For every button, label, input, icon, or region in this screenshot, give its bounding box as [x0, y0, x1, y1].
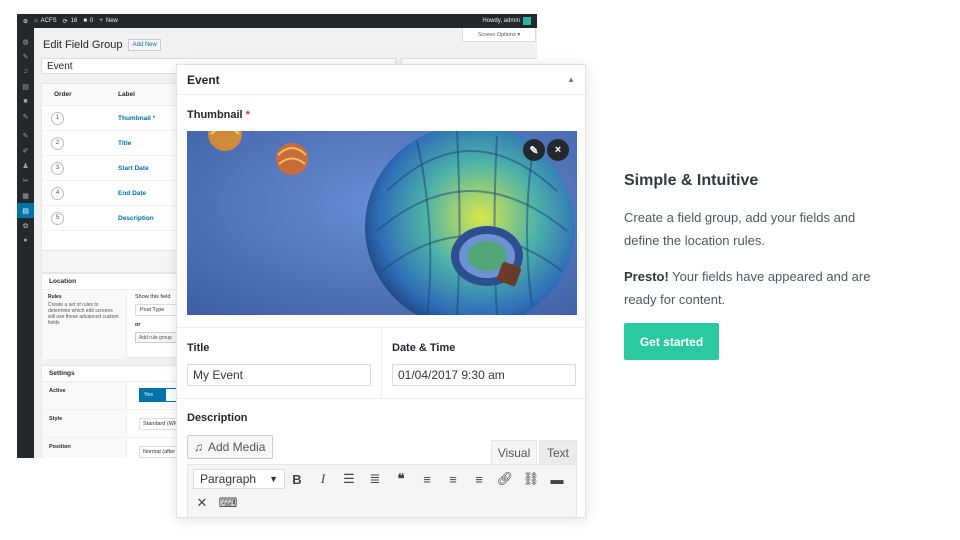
align-right-icon[interactable]: ≡: [470, 469, 488, 489]
title-date-row: Title My Event Date & Time 01/04/2017 9:…: [177, 327, 585, 400]
page: ⊛ ⌂ ACFS ⟳ 16 ■ 0 + New Howdy, admin ◍ ✎…: [0, 0, 960, 540]
align-left-icon[interactable]: ≡: [418, 469, 436, 489]
custom-fields-icon[interactable]: ▤: [17, 203, 34, 218]
pencil-icon[interactable]: ✎: [523, 139, 545, 161]
new-content-link[interactable]: + New: [99, 18, 118, 24]
add-new-button[interactable]: Add New: [128, 39, 161, 51]
field-label-link[interactable]: Start Date: [118, 165, 149, 172]
event-card-header[interactable]: Event ▲: [177, 65, 585, 95]
media-icon: ♫: [194, 440, 203, 454]
promo-heading: Simple & Intuitive: [624, 172, 759, 189]
screen-options-button[interactable]: Screen Options ▾: [462, 28, 536, 42]
page-title: Edit Field Group Add New: [43, 39, 161, 51]
column-label: Label: [118, 91, 135, 98]
title-input[interactable]: My Event: [187, 364, 371, 386]
posttype-icon[interactable]: ✎: [17, 109, 34, 124]
datetime-field-group: Date & Time 01/04/2017 9:30 am: [382, 328, 585, 400]
order-badge[interactable]: 2: [51, 136, 64, 150]
home-icon: ⌂: [34, 18, 38, 24]
site-name-link[interactable]: ⌂ ACFS: [34, 18, 57, 24]
users-icon[interactable]: ♟: [17, 158, 34, 173]
refresh-icon: ⟳: [62, 18, 68, 25]
datetime-input[interactable]: 01/04/2017 9:30 am: [392, 364, 576, 386]
settings-icon[interactable]: ▦: [17, 188, 34, 203]
updates-link[interactable]: ⟳ 16: [63, 18, 78, 25]
admin-bar: ⊛ ⌂ ACFS ⟳ 16 ■ 0 + New Howdy, admin: [17, 14, 537, 28]
add-media-button[interactable]: ♫ Add Media: [187, 435, 273, 459]
rules-help: Rules Create a set of rules to determine…: [42, 290, 127, 359]
field-label-link[interactable]: Thumbnail *: [118, 115, 155, 122]
keyboard-icon[interactable]: ⌨: [219, 493, 238, 513]
active-toggle[interactable]: Yes: [139, 388, 179, 402]
event-card-title: Event: [187, 72, 220, 87]
editor-toolbar: Paragraph ▼ B I ☰ ≣ ❝ ≡ ≡ ≡ 🔗︎ ⛓ ▬ ✕ ⌨: [187, 464, 577, 517]
account-menu[interactable]: Howdy, admin: [482, 14, 531, 28]
pin-icon[interactable]: ✎: [17, 49, 34, 64]
description-label: Description: [187, 412, 248, 424]
dashboard-icon[interactable]: ◍: [17, 34, 34, 49]
blockquote-icon[interactable]: ❝: [392, 469, 410, 489]
format-select[interactable]: Paragraph ▼: [193, 469, 285, 489]
title-label: Title: [187, 342, 210, 354]
numbered-list-icon[interactable]: ≣: [366, 469, 384, 489]
datetime-label: Date & Time: [392, 342, 456, 354]
read-more-icon[interactable]: ▬: [548, 469, 566, 489]
bold-icon[interactable]: B: [288, 469, 306, 489]
tab-visual[interactable]: Visual: [491, 440, 537, 464]
required-mark: *: [152, 114, 156, 122]
align-center-icon[interactable]: ≡: [444, 469, 462, 489]
collapse-menu-icon[interactable]: ●: [17, 233, 34, 248]
bullet-list-icon[interactable]: ☰: [340, 469, 358, 489]
admin-sidebar: ◍ ✎ ♫ ▤ ■ ✎ ✎ ✐ ♟ ✂ ▦ ▤ ✿ ●: [17, 28, 34, 458]
fullscreen-icon[interactable]: ✕: [193, 493, 211, 513]
comments-link[interactable]: ■ 0: [83, 18, 93, 24]
promo-paragraph-2: Presto! Your fields have appeared and ar…: [624, 269, 871, 307]
pin-icon[interactable]: ✎: [17, 128, 34, 143]
thumbnail-label: Thumbnail *: [187, 109, 250, 121]
order-badge[interactable]: 4: [51, 186, 64, 200]
event-card: Event ▲ Thumbnail * ✎ × Title My Event D…: [176, 64, 586, 518]
comments-icon[interactable]: ■: [17, 94, 34, 109]
get-started-button[interactable]: Get started: [624, 323, 719, 360]
thumbnail-image[interactable]: ✎ ×: [187, 131, 577, 315]
hot-air-balloon-photo: [187, 131, 577, 315]
link-icon[interactable]: 🔗︎: [496, 469, 514, 489]
plus-icon: +: [99, 18, 103, 24]
comment-icon: ■: [83, 18, 88, 24]
appearance-icon[interactable]: ✐: [17, 143, 34, 158]
pages-icon[interactable]: ▤: [17, 79, 34, 94]
promo-paragraph-1: Create a field group, add your fields an…: [624, 210, 856, 248]
order-badge[interactable]: 1: [51, 111, 64, 125]
caret-down-icon: ▼: [269, 474, 278, 484]
field-label-link[interactable]: Title: [118, 140, 131, 147]
order-badge[interactable]: 5: [51, 211, 64, 225]
media-icon[interactable]: ♫: [17, 64, 34, 79]
title-field-group: Title My Event: [177, 328, 382, 400]
caret-up-icon[interactable]: ▲: [567, 75, 575, 84]
tab-text[interactable]: Text: [539, 440, 577, 464]
tools-icon[interactable]: ✂: [17, 173, 34, 188]
column-order: Order: [54, 91, 72, 98]
wordpress-logo-icon[interactable]: ⊛: [23, 18, 28, 25]
close-icon[interactable]: ×: [547, 139, 569, 161]
gear-icon[interactable]: ✿: [17, 218, 34, 233]
field-label-link[interactable]: End Date: [118, 190, 146, 197]
unlink-icon[interactable]: ⛓: [522, 469, 540, 489]
avatar: [523, 17, 531, 25]
order-badge[interactable]: 3: [51, 161, 64, 175]
field-label-link[interactable]: Description: [118, 215, 154, 222]
italic-icon[interactable]: I: [314, 469, 332, 489]
